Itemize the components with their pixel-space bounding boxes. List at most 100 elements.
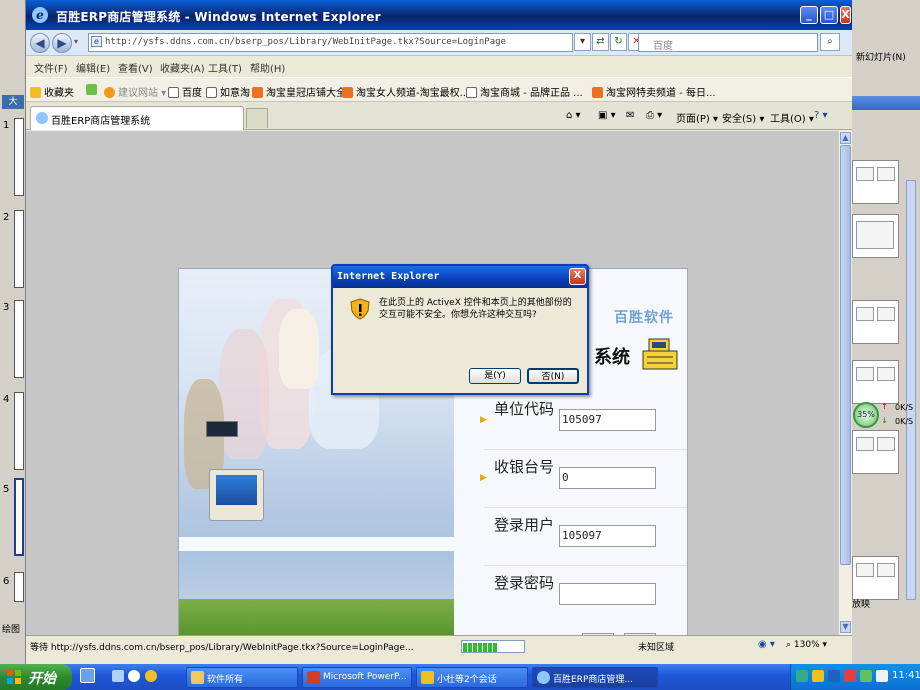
- task-chat[interactable]: 小杜等2个会话: [416, 667, 528, 688]
- safety-menu[interactable]: 安全(S) ▾: [722, 110, 764, 125]
- slide-thumbnail[interactable]: [14, 478, 24, 556]
- refresh-icon[interactable]: ↻: [610, 33, 627, 51]
- menu-view[interactable]: 查看(V): [118, 60, 153, 75]
- dialog-close-icon[interactable]: X: [569, 268, 586, 285]
- tray-qq-icon[interactable]: [796, 670, 808, 682]
- fav-baidu[interactable]: 百度: [168, 84, 202, 99]
- layout-thumbnail[interactable]: [852, 160, 899, 204]
- ppt-task-pane-right: 新幻灯片(N) 放映: [851, 0, 920, 664]
- zoom-level[interactable]: ⌕ 130% ▾: [786, 640, 827, 650]
- back-icon[interactable]: ◀: [30, 33, 50, 53]
- maximize-button[interactable]: □: [820, 6, 838, 24]
- network-speed-widget[interactable]: 35% ↑ 0K/S ↓ 0K/S: [853, 402, 919, 432]
- favorites-bar: 收藏夹 建议网站 ▾ 百度 如意淘 淘宝皇冠店铺大全 淘宝女人频道-淘宝最权..…: [26, 77, 852, 102]
- start-button[interactable]: 开始: [0, 664, 72, 690]
- login-user-input[interactable]: 105097: [559, 525, 656, 547]
- protected-mode-icon[interactable]: ◉ ▾: [758, 639, 775, 650]
- menu-tools[interactable]: 工具(T): [208, 60, 242, 75]
- no-button[interactable]: 否(N): [527, 368, 579, 384]
- search-icon[interactable]: ⌕: [820, 33, 840, 51]
- layout-thumbnail[interactable]: [852, 556, 899, 600]
- password-input[interactable]: [559, 583, 656, 605]
- layout-thumbnail[interactable]: [852, 214, 899, 258]
- quicklaunch-icon[interactable]: [80, 668, 95, 683]
- slide-thumbnail[interactable]: [14, 118, 24, 196]
- register-number-input[interactable]: 0: [559, 467, 656, 489]
- progress-segment: [493, 643, 497, 652]
- company-code-input[interactable]: 105097: [559, 409, 656, 431]
- fav-taobao-stores[interactable]: 淘宝皇冠店铺大全: [252, 84, 346, 99]
- menu-favorites[interactable]: 收藏夹(A): [160, 60, 205, 75]
- window-title: 百胜ERP商店管理系统 - Windows Internet Explorer: [56, 10, 381, 24]
- close-button[interactable]: X: [840, 6, 851, 24]
- task-powerpoint[interactable]: Microsoft PowerP...: [302, 667, 412, 688]
- draw-menu-label[interactable]: 绘图: [2, 622, 20, 635]
- quicklaunch-ie-icon[interactable]: [128, 670, 140, 682]
- progress-segment: [478, 643, 482, 652]
- task-pane-scrollbar[interactable]: [906, 180, 916, 600]
- slide-thumbnail[interactable]: [14, 572, 24, 602]
- forward-icon[interactable]: ▶: [52, 33, 72, 53]
- fav-taobao-mall[interactable]: 淘宝商城 - 品牌正品 ...: [466, 84, 583, 99]
- task-software[interactable]: 软件所有: [186, 667, 298, 688]
- quicklaunch-desktop-icon[interactable]: [112, 670, 124, 682]
- slide-thumbnail[interactable]: [14, 392, 24, 470]
- photo-divider: [179, 537, 454, 551]
- slide-thumbnail[interactable]: [14, 210, 24, 288]
- clock[interactable]: 11:41: [892, 670, 920, 681]
- tray-chat-icon[interactable]: [812, 670, 824, 682]
- new-slide-button[interactable]: 新幻灯片(N): [856, 50, 906, 63]
- layout-thumbnail[interactable]: [852, 430, 899, 474]
- history-dropdown-icon[interactable]: ▾: [74, 37, 78, 46]
- add-favorite-icon[interactable]: [86, 84, 100, 96]
- scroll-up-icon[interactable]: ▲: [840, 132, 851, 144]
- layout-thumbnail[interactable]: [852, 360, 899, 404]
- address-dropdown-icon[interactable]: ▾: [574, 33, 591, 51]
- compat-view-icon[interactable]: ⇄: [592, 33, 609, 51]
- dialog-message: 在此页上的 ActiveX 控件和本页上的其他部份的交互可能不安全。你想允许这种…: [379, 298, 572, 320]
- fav-taobao-women[interactable]: 淘宝女人频道-淘宝最权...: [342, 84, 469, 99]
- label-register-number: 收银台号: [494, 458, 555, 476]
- quicklaunch-media-icon[interactable]: [145, 670, 157, 682]
- home-icon[interactable]: ⌂ ▾: [566, 110, 581, 121]
- menu-file[interactable]: 文件(F): [34, 60, 68, 75]
- slideshow-label[interactable]: 放映: [852, 597, 870, 610]
- search-input[interactable]: 百度: [638, 33, 818, 52]
- task-ie-erp[interactable]: 百胜ERP商店管理...: [532, 667, 658, 688]
- tray-security-icon[interactable]: [844, 670, 856, 682]
- tab-active[interactable]: 百胜ERP商店管理系统: [30, 106, 244, 130]
- tray-volume-icon[interactable]: [876, 670, 888, 682]
- help-icon[interactable]: ? ▾: [814, 110, 828, 121]
- label-login-user: 登录用户: [494, 516, 555, 534]
- favorites-button[interactable]: 收藏夹: [30, 84, 74, 99]
- print-icon[interactable]: ⎙ ▾: [646, 110, 662, 121]
- tools-menu[interactable]: 工具(O) ▾: [770, 110, 814, 125]
- new-tab-button[interactable]: [246, 108, 268, 128]
- minimize-button[interactable]: _: [800, 6, 818, 24]
- address-input[interactable]: http://ysfs.ddns.com.cn/bserp_pos/Librar…: [88, 33, 573, 52]
- fav-ruyitao[interactable]: 如意淘: [206, 84, 250, 99]
- progress-segment: [468, 643, 472, 652]
- scroll-thumb[interactable]: [840, 145, 851, 565]
- tray-network-icon[interactable]: [828, 670, 840, 682]
- title-bar[interactable]: e 百胜ERP商店管理系统 - Windows Internet Explore…: [26, 0, 852, 30]
- menu-edit[interactable]: 编辑(E): [76, 60, 110, 75]
- dialog-title[interactable]: Internet Explorer: [333, 266, 587, 288]
- tray-update-icon[interactable]: [860, 670, 872, 682]
- ppt-left-tab[interactable]: 大: [2, 95, 24, 109]
- fav-suggested-sites[interactable]: 建议网站 ▾: [104, 84, 166, 99]
- page-menu[interactable]: 页面(P) ▾: [676, 110, 718, 125]
- fav-taobao-sale[interactable]: 淘宝网特卖频道 - 每日...: [592, 84, 716, 99]
- yes-button[interactable]: 是(Y): [469, 368, 521, 384]
- slide-number: 3: [3, 302, 10, 313]
- slide-thumbnail[interactable]: [14, 300, 24, 378]
- page-scrollbar[interactable]: ▲ ▼: [838, 131, 852, 635]
- feeds-icon[interactable]: ▣ ▾: [598, 110, 616, 121]
- menu-help[interactable]: 帮助(H): [250, 60, 285, 75]
- scroll-down-icon[interactable]: ▼: [840, 621, 851, 633]
- slide-number: 5: [3, 484, 10, 495]
- mail-icon[interactable]: ✉: [626, 110, 634, 121]
- layout-thumbnail[interactable]: [852, 300, 899, 344]
- field-divider: [484, 565, 687, 566]
- pos-monitor-image: [209, 469, 264, 521]
